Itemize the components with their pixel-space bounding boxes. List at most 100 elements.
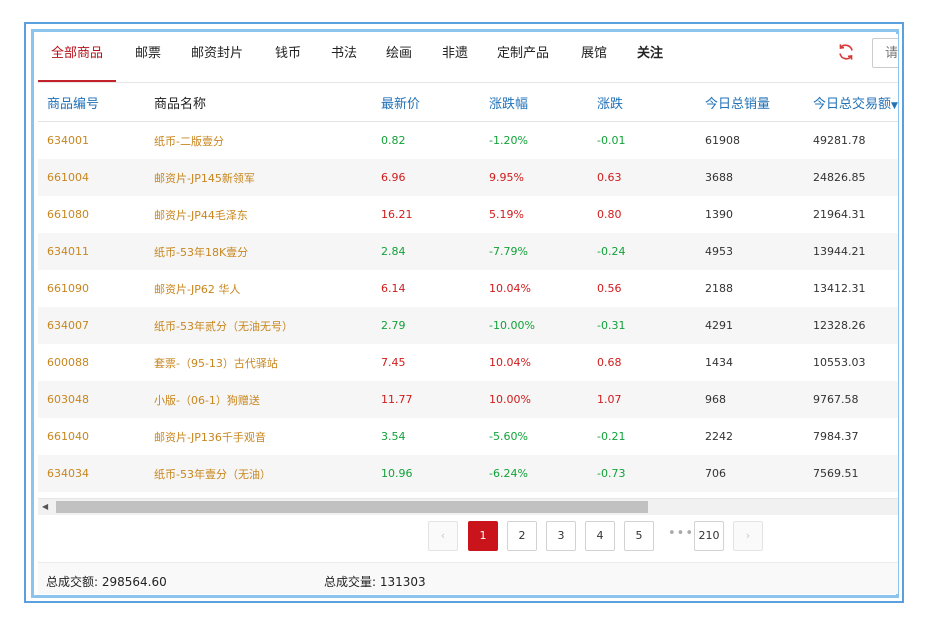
table-row[interactable]: 600088 套票-（95-13）古代驿站 7.45 10.04% 0.68 1434 10… bbox=[38, 344, 898, 381]
table-row[interactable]: 603048 小版-（06-1）狗赠送 11.77 10.00% 1.07 968 9767… bbox=[38, 381, 898, 418]
cell-volume: 706 bbox=[696, 455, 804, 492]
cell-volume: 1434 bbox=[705, 356, 733, 369]
tab-intangible-heritage[interactable]: 非遗 bbox=[442, 34, 468, 81]
cell-code[interactable]: 603048 bbox=[38, 381, 145, 418]
cell-code[interactable]: 600088 bbox=[38, 344, 145, 381]
cell-code[interactable]: 661004 bbox=[38, 159, 145, 196]
cell-change-pct: 10.04% bbox=[489, 282, 531, 295]
tab-calligraphy[interactable]: 书法 bbox=[331, 34, 357, 81]
table-row[interactable]: 634007 纸币-53年贰分（无油无号） 2.79 -10.00% -0.31 4291… bbox=[38, 307, 898, 344]
cell-change-pct: -6.24% bbox=[480, 455, 588, 492]
arrow-left-icon[interactable]: ◀ bbox=[42, 502, 48, 511]
scrollbar-thumb[interactable] bbox=[56, 501, 648, 513]
cell-price: 16.21 bbox=[381, 208, 413, 221]
cell-code[interactable]: 634011 bbox=[38, 233, 145, 270]
column-header-code[interactable]: 商品编号 bbox=[38, 83, 145, 122]
cell-price: 2.79 bbox=[372, 307, 480, 344]
page-button-2[interactable]: 2 bbox=[507, 521, 537, 551]
column-header-price[interactable]: 最新价 bbox=[372, 83, 480, 122]
cell-change-pct: -1.20% bbox=[489, 134, 528, 147]
page-button-4[interactable]: 4 bbox=[585, 521, 615, 551]
cell-name[interactable]: 纸币-53年18K壹分 bbox=[145, 233, 372, 270]
cell-amount: 13412.31 bbox=[813, 282, 866, 295]
cell-code[interactable]: 661040 bbox=[38, 418, 145, 455]
cell-price: 0.82 bbox=[381, 134, 406, 147]
cell-change: -0.73 bbox=[588, 455, 696, 492]
tab-watchlist[interactable]: 关注 bbox=[637, 34, 663, 81]
cell-amount: 10553.03 bbox=[813, 356, 866, 369]
totals-footer: 总成交额: 298564.60 总成交量: 131303 bbox=[38, 562, 898, 594]
cell-change: -0.31 bbox=[588, 307, 696, 344]
table-header-row: 商品编号 商品名称 最新价 涨跌幅 涨跌 今日总销量 今日总交易额▼ bbox=[38, 83, 898, 122]
cell-volume: 1390 bbox=[705, 208, 733, 221]
table-row[interactable]: 634001 纸币-二版壹分 0.82 -1.20% -0.01 61908 49281.7… bbox=[38, 122, 898, 160]
total-amount-label: 总成交额: bbox=[46, 575, 99, 589]
cell-price: 3.54 bbox=[381, 430, 406, 443]
sort-down-icon: ▼ bbox=[891, 100, 898, 111]
cell-name[interactable]: 纸币-二版壹分 bbox=[145, 122, 372, 160]
tab-all[interactable]: 全部商品 bbox=[38, 34, 117, 82]
page-button-1[interactable]: 1 bbox=[468, 521, 498, 551]
column-header-change-pct[interactable]: 涨跌幅 bbox=[480, 83, 588, 122]
table-row[interactable]: 661004 邮资片-JP145新领军 6.96 9.95% 0.63 3688 24826… bbox=[38, 159, 898, 196]
cell-amount: 9767.58 bbox=[804, 381, 898, 418]
cell-volume: 968 bbox=[696, 381, 804, 418]
table-row[interactable]: 661040 邮资片-JP136千手观音 3.54 -5.60% -0.21 2242 79… bbox=[38, 418, 898, 455]
tab-custom-products[interactable]: 定制产品 bbox=[497, 34, 549, 81]
tab-painting[interactable]: 绘画 bbox=[386, 34, 412, 81]
product-table: 商品编号 商品名称 最新价 涨跌幅 涨跌 今日总销量 今日总交易额▼ 63400… bbox=[38, 83, 898, 492]
cell-price: 6.96 bbox=[372, 159, 480, 196]
cell-change: -0.21 bbox=[597, 430, 626, 443]
refresh-icon[interactable] bbox=[836, 42, 856, 62]
pagination-ellipsis[interactable]: ••• bbox=[668, 521, 693, 551]
column-header-volume[interactable]: 今日总销量 bbox=[696, 83, 804, 122]
cell-name[interactable]: 邮资片-JP136千手观音 bbox=[145, 418, 372, 455]
table-row[interactable]: 661090 邮资片-JP62 华人 6.14 10.04% 0.56 2188 13412… bbox=[38, 270, 898, 307]
cell-change-pct: 5.19% bbox=[489, 208, 524, 221]
cell-name[interactable]: 邮资片-JP145新领军 bbox=[145, 159, 372, 196]
search-input[interactable] bbox=[872, 38, 898, 68]
cell-code[interactable]: 634034 bbox=[38, 455, 145, 492]
table-row[interactable]: 634034 纸币-53年壹分（无油） 10.96 -6.24% -0.73 706 756… bbox=[38, 455, 898, 492]
page-button-last[interactable]: 210 bbox=[694, 521, 724, 551]
cell-price: 11.77 bbox=[372, 381, 480, 418]
cell-name[interactable]: 邮资片-JP44毛泽东 bbox=[145, 196, 372, 233]
cell-name[interactable]: 纸币-53年壹分（无油） bbox=[145, 455, 372, 492]
total-volume-value: 131303 bbox=[379, 575, 426, 589]
cell-name[interactable]: 小版-（06-1）狗赠送 bbox=[145, 381, 372, 418]
horizontal-scrollbar[interactable]: ◀ bbox=[38, 498, 898, 515]
tab-postal-cards[interactable]: 邮资封片 bbox=[191, 34, 243, 81]
column-header-change[interactable]: 涨跌 bbox=[588, 83, 696, 122]
tab-coins[interactable]: 钱币 bbox=[275, 34, 301, 81]
cell-change-pct: -5.60% bbox=[489, 430, 528, 443]
column-header-name: 商品名称 bbox=[145, 83, 372, 122]
cell-amount: 24826.85 bbox=[804, 159, 898, 196]
cell-amount: 49281.78 bbox=[813, 134, 866, 147]
table-row[interactable]: 634011 纸币-53年18K壹分 2.84 -7.79% -0.24 4953 1394… bbox=[38, 233, 898, 270]
cell-change: 0.80 bbox=[597, 208, 622, 221]
market-panel: 全部商品 邮票 邮资封片 钱币 书法 绘画 非遗 定制产品 展馆 关注 商品编号… bbox=[38, 34, 898, 594]
total-amount-value: 298564.60 bbox=[101, 575, 167, 589]
cell-code[interactable]: 661080 bbox=[38, 196, 145, 233]
cell-change-pct: -7.79% bbox=[480, 233, 588, 270]
next-page-button[interactable]: › bbox=[733, 521, 763, 551]
category-tabs: 全部商品 邮票 邮资封片 钱币 书法 绘画 非遗 定制产品 展馆 关注 bbox=[38, 34, 898, 83]
cell-name[interactable]: 邮资片-JP62 华人 bbox=[145, 270, 372, 307]
cell-volume: 2188 bbox=[705, 282, 733, 295]
page-button-3[interactable]: 3 bbox=[546, 521, 576, 551]
column-header-amount[interactable]: 今日总交易额▼ bbox=[804, 83, 898, 122]
cell-name[interactable]: 套票-（95-13）古代驿站 bbox=[145, 344, 372, 381]
cell-volume: 61908 bbox=[705, 134, 740, 147]
cell-code[interactable]: 634007 bbox=[38, 307, 145, 344]
total-amount: 总成交额: 298564.60 bbox=[46, 573, 167, 590]
tab-exhibition[interactable]: 展馆 bbox=[581, 34, 607, 81]
cell-change-pct: 10.04% bbox=[489, 356, 531, 369]
cell-code[interactable]: 634001 bbox=[38, 122, 145, 160]
prev-page-button[interactable]: ‹ bbox=[428, 521, 458, 551]
cell-code[interactable]: 661090 bbox=[38, 270, 145, 307]
cell-name[interactable]: 纸币-53年贰分（无油无号） bbox=[145, 307, 372, 344]
table-row[interactable]: 661080 邮资片-JP44毛泽东 16.21 5.19% 0.80 1390 21964… bbox=[38, 196, 898, 233]
tab-stamps[interactable]: 邮票 bbox=[135, 34, 161, 81]
page-button-5[interactable]: 5 bbox=[624, 521, 654, 551]
cell-volume: 4291 bbox=[696, 307, 804, 344]
